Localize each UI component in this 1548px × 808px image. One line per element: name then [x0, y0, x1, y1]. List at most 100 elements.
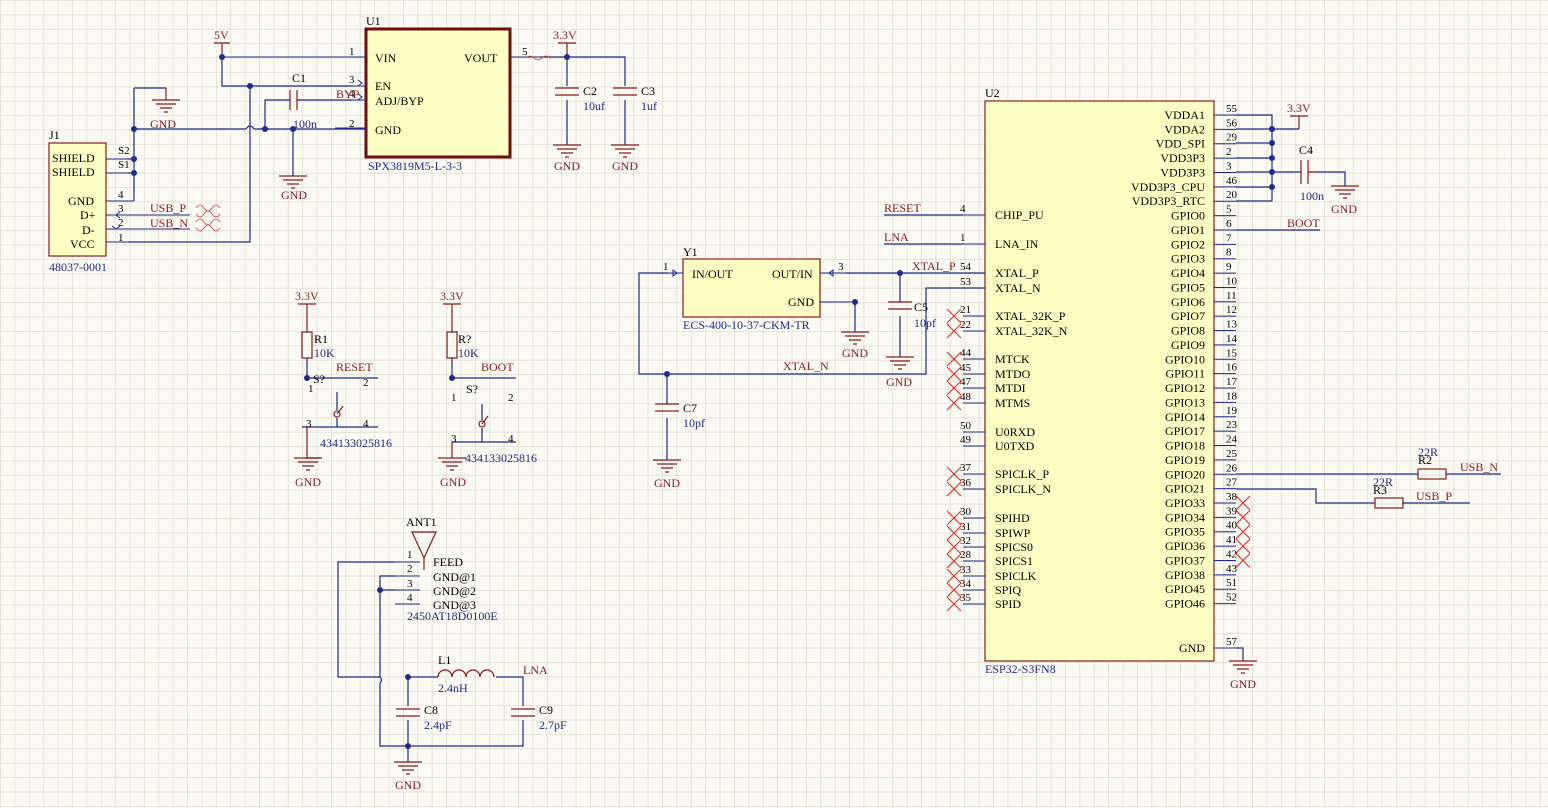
net-usb-n-j1: USB_N [150, 216, 188, 230]
power-3v3-label: 3.3V [295, 289, 319, 303]
u2-pin-label: GPIO45 [1165, 582, 1205, 596]
net-lna-u2: LNA [884, 230, 909, 244]
c5-capacitor[interactable]: C5 10pf [888, 300, 936, 330]
u2-pin-label: GPIO13 [1165, 395, 1205, 409]
ant1-antenna[interactable]: ANT1 FEED GND@1 GND@2 GND@3 1 2 3 4 2450… [395, 515, 498, 623]
u2-pin-label: VDD3P3 [1160, 165, 1205, 179]
u2-pin-num: 21 [960, 304, 971, 316]
sw2-part: 434133025816 [465, 451, 537, 465]
net-reset-sw: RESET [336, 360, 373, 374]
y1-num: 1 [663, 261, 669, 273]
u2-pin-num: 36 [960, 477, 972, 489]
c1-capacitor[interactable]: C1 100n [283, 71, 317, 131]
gnd-label: GND [612, 159, 638, 173]
u2-pin-label: GPIO34 [1165, 510, 1205, 524]
u1-pin-en: EN [375, 79, 391, 93]
u2-pin-num: 56 [1226, 117, 1238, 129]
c7-capacitor[interactable]: C7 10pf [655, 401, 705, 430]
gnd-symbol-ant: GND [394, 761, 422, 792]
sw2-ref: S? [466, 382, 478, 396]
y1-crystal[interactable]: Y1 IN/OUT OUT/IN GND 1 3 ECS-400-10-37-C… [663, 245, 844, 332]
u2-pin-num: 17 [1226, 376, 1238, 388]
ant1-num: 4 [407, 592, 413, 604]
u2-pin-num: 10 [1226, 275, 1238, 287]
byp-net-label: BYP [336, 87, 360, 101]
rq-ref: R? [458, 332, 471, 346]
u2-pin-label: U0TXD [995, 439, 1035, 453]
power-3v3-label: 3.3V [1287, 101, 1311, 115]
j1-num: S1 [118, 159, 130, 171]
u2-pin-num: 35 [960, 592, 972, 604]
gnd-label: GND [281, 188, 307, 202]
gnd-label: GND [1331, 202, 1357, 216]
u2-pin-label: GPIO2 [1171, 237, 1205, 251]
u2-pin-label: SPIQ [995, 583, 1021, 597]
c3-capacitor[interactable]: C3 1uf [613, 84, 657, 113]
u2-pin-num: 46 [1226, 175, 1238, 187]
u2-pin-label: VDD3P3 [1160, 151, 1205, 165]
u2-esp32[interactable]: U2 ESP32-S3FN8 CHIP_PU 4 LNA_IN 1 XTAL_P 54 XT… [946, 86, 1251, 676]
u2-pin-label: GPIO11 [1165, 367, 1205, 381]
u2-pin-num: 52 [1226, 592, 1237, 604]
u2-pin-label: GPIO6 [1171, 295, 1205, 309]
u2-pin-num: 40 [1226, 520, 1238, 532]
u2-pin-label: XTAL_32K_P [995, 309, 1066, 323]
u2-pin-num: 5 [1226, 204, 1232, 216]
u2-pin-num: 22 [960, 319, 971, 331]
c9-capacitor[interactable]: C9 2.7pF [511, 703, 567, 732]
u2-pin-num: 29 [1226, 132, 1238, 144]
net-usb-p-u2: USB_P [1416, 489, 1452, 503]
r3-resistor[interactable]: R3 22R [1373, 475, 1404, 509]
u2-pin-label: GPIO5 [1171, 280, 1205, 294]
u2-pin-label: SPICLK_P [995, 467, 1049, 481]
u2-pin-label: GPIO1 [1171, 223, 1205, 237]
u2-pin-label: GPIO33 [1165, 496, 1205, 510]
net-usb-p-j1: USB_P [150, 201, 186, 215]
sw1-num: 4 [363, 418, 369, 430]
rq-resistor[interactable]: R? 10K [446, 331, 479, 360]
gnd-symbol-c7: GND [653, 459, 681, 490]
u2-pin-num: 54 [960, 261, 972, 273]
u2-pin-num: 8 [1226, 247, 1232, 259]
l1-inductor[interactable]: L1 2.4nH [437, 653, 495, 695]
y1-pin: GND [788, 295, 814, 309]
u2-pin-label: GPIO20 [1165, 467, 1205, 481]
u1-pin-vin: VIN [375, 51, 397, 65]
sw-reset[interactable]: S? 1 2 3 4 434133025816 [302, 372, 392, 459]
c2-capacitor[interactable]: C2 10uf [555, 84, 605, 113]
c8-capacitor[interactable]: C8 2.4pF [396, 703, 452, 732]
power-3v3-u2: 3.3V [1287, 101, 1311, 129]
u2-pin-label: SPICS0 [995, 540, 1033, 554]
gnd-label: GND [295, 475, 321, 489]
u2-pin-label: GPIO19 [1165, 453, 1205, 467]
u2-pin-num: 53 [960, 276, 972, 288]
c4-value: 100n [1300, 189, 1324, 203]
gnd-symbol-y1: GND [841, 331, 869, 360]
c7-value: 10pf [683, 416, 705, 430]
u2-pin-num: 55 [1226, 103, 1238, 115]
u2-pin-label: GND [1179, 641, 1205, 655]
r2-resistor[interactable]: R2 22R [1417, 445, 1447, 480]
u2-pin-num: 2 [1226, 146, 1232, 158]
u1-pin-vout: VOUT [464, 51, 498, 65]
gnd-symbol-c3: GND [611, 144, 639, 173]
u1-regulator[interactable]: U1 SPX3819M5-L-3-3 VIN EN ADJ/BYP GND VO… [336, 14, 528, 173]
u2-pin-num: 26 [1226, 462, 1238, 474]
u2-pin-num: 9 [1226, 261, 1232, 273]
u2-ref: U2 [985, 86, 1000, 100]
y1-num: 3 [838, 261, 844, 273]
ant1-part: 2450AT18D0100E [407, 609, 498, 623]
u2-pin-num: 34 [960, 578, 972, 590]
sw-boot[interactable]: S? 1 2 3 4 434133025816 [451, 382, 537, 465]
c4-capacitor[interactable]: C4 100n [1299, 143, 1324, 203]
u2-pin-num: 33 [960, 564, 972, 576]
u2-pin-label: XTAL_P [995, 266, 1039, 280]
gnd-label: GND [440, 475, 466, 489]
u2-pin-num: 11 [1226, 290, 1237, 302]
net-reset-u2: RESET [884, 201, 921, 215]
c5-value: 10pf [914, 316, 936, 330]
u2-pin-num: 48 [960, 391, 972, 403]
r1-resistor[interactable]: R1 10K [301, 331, 335, 360]
c4-ref: C4 [1299, 143, 1313, 157]
j1-pin: SHIELD [52, 165, 95, 179]
